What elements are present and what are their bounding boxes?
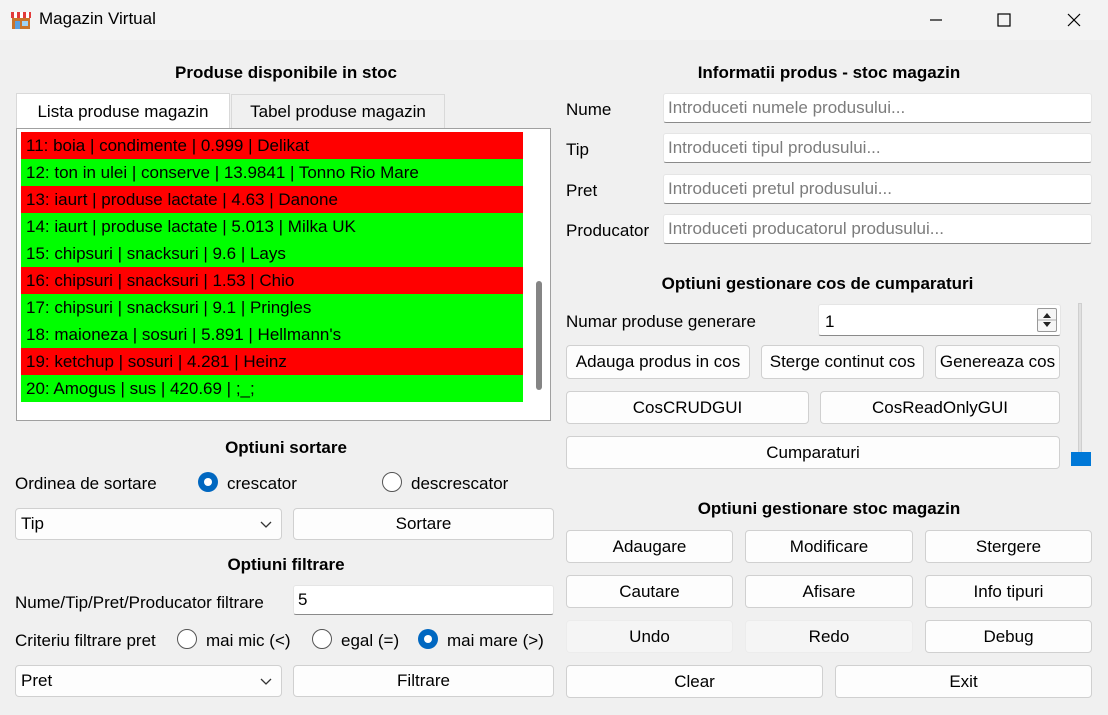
filter-field-value: Pret: [21, 671, 53, 690]
list-item[interactable]: 13: iaurt | produse lactate | 4.63 | Dan…: [21, 186, 523, 213]
producer-input[interactable]: [663, 214, 1092, 244]
close-button[interactable]: [1040, 0, 1108, 40]
name-label: Nume: [566, 100, 612, 119]
spin-down-icon[interactable]: [1043, 322, 1051, 327]
types-info-button[interactable]: Info tipuri: [925, 575, 1092, 608]
name-input[interactable]: [663, 93, 1092, 123]
clear-cart-button[interactable]: Sterge continut cos: [761, 345, 924, 379]
show-products-button[interactable]: Afisare: [745, 575, 913, 608]
vertical-slider-track[interactable]: [1078, 303, 1082, 458]
filter-field-dropdown[interactable]: Pret: [15, 665, 282, 697]
cart-count-label: Numar produse generare: [566, 312, 756, 331]
producer-label: Producator: [566, 221, 650, 240]
minimize-button[interactable]: [902, 0, 970, 40]
sort-order-label: Ordinea de sortare: [15, 474, 157, 493]
filter-criteria-label: Criteriu filtrare pret: [15, 631, 156, 650]
filter-greater-radio[interactable]: [418, 629, 438, 649]
close-icon: [1067, 13, 1081, 27]
undo-button[interactable]: Undo: [566, 620, 733, 653]
list-scrollbar-thumb[interactable]: [536, 281, 542, 390]
modify-product-button[interactable]: Modificare: [745, 530, 913, 563]
redo-button[interactable]: Redo: [745, 620, 913, 653]
cart-heading: Optiuni gestionare cos de cumparaturi: [661, 274, 974, 293]
list-item[interactable]: 20: Amogus | sus | 420.69 | ;_;: [21, 375, 523, 402]
clear-button[interactable]: Clear: [566, 665, 823, 698]
sort-field-value: Tip: [21, 514, 44, 533]
cart-crud-gui-button[interactable]: CosCRUDGUI: [566, 391, 809, 424]
sort-ascending-radio[interactable]: [198, 472, 218, 492]
list-item[interactable]: 19: ketchup | sosuri | 4.281 | Heinz: [21, 348, 523, 375]
price-input[interactable]: [663, 174, 1092, 204]
exit-button[interactable]: Exit: [835, 665, 1092, 698]
filter-equal-label: egal (=): [341, 631, 400, 650]
vertical-slider-handle[interactable]: [1071, 452, 1091, 466]
filter-input-label: Nume/Tip/Pret/Producator filtrare: [15, 593, 264, 612]
filter-input[interactable]: [293, 585, 554, 615]
list-item[interactable]: 17: chipsuri | snacksuri | 9.1 | Pringle…: [21, 294, 523, 321]
spin-buttons[interactable]: [1037, 308, 1057, 332]
product-listbox[interactable]: 11: boia | condimente | 0.999 | Delikat 1…: [16, 128, 551, 421]
sort-descending-label: descrescator: [411, 474, 509, 493]
list-item[interactable]: 12: ton in ulei | conserve | 13.9841 | T…: [21, 159, 523, 186]
list-item[interactable]: 14: iaurt | produse lactate | 5.013 | Mi…: [21, 213, 523, 240]
type-input[interactable]: [663, 133, 1092, 163]
store-icon: [10, 9, 32, 31]
search-product-button[interactable]: Cautare: [566, 575, 733, 608]
purchases-button[interactable]: Cumparaturi: [566, 436, 1060, 469]
debug-button[interactable]: Debug: [925, 620, 1092, 653]
minimize-icon: [930, 19, 942, 21]
type-label: Tip: [566, 140, 589, 159]
sort-ascending-label: crescator: [227, 474, 297, 493]
products-heading: Produse disponibile in stoc: [175, 63, 397, 82]
cart-readonly-gui-button[interactable]: CosReadOnlyGUI: [820, 391, 1060, 424]
list-item[interactable]: 11: boia | condimente | 0.999 | Delikat: [21, 132, 523, 159]
list-item[interactable]: 16: chipsuri | snacksuri | 1.53 | Chio: [21, 267, 523, 294]
filter-heading: Optiuni filtrare: [227, 555, 345, 574]
filter-less-radio[interactable]: [177, 629, 197, 649]
tab-product-table[interactable]: Tabel produse magazin: [231, 94, 445, 128]
filter-greater-label: mai mare (>): [447, 631, 544, 650]
window-title: Magazin Virtual: [39, 9, 156, 28]
sort-button[interactable]: Sortare: [293, 508, 554, 540]
stock-heading: Optiuni gestionare stoc magazin: [697, 499, 961, 518]
chevron-down-icon: [260, 678, 272, 685]
spin-up-icon[interactable]: [1043, 313, 1051, 318]
sort-heading: Optiuni sortare: [225, 438, 347, 457]
maximize-icon: [997, 13, 1011, 27]
generate-cart-button[interactable]: Genereaza cos: [935, 345, 1060, 379]
delete-product-button[interactable]: Stergere: [925, 530, 1092, 563]
filter-less-label: mai mic (<): [206, 631, 291, 650]
sort-field-dropdown[interactable]: Tip: [15, 508, 282, 540]
price-label: Pret: [566, 181, 598, 200]
chevron-down-icon: [260, 521, 272, 528]
list-item[interactable]: 15: chipsuri | snacksuri | 9.6 | Lays: [21, 240, 523, 267]
cart-count-spinbox[interactable]: 1: [818, 304, 1061, 336]
filter-equal-radio[interactable]: [312, 629, 332, 649]
list-item[interactable]: 18: maioneza | sosuri | 5.891 | Hellmann…: [21, 321, 523, 348]
product-info-heading: Informatii produs - stoc magazin: [697, 63, 961, 82]
tab-product-list[interactable]: Lista produse magazin: [16, 93, 230, 129]
add-to-cart-button[interactable]: Adauga produs in cos: [566, 345, 750, 379]
add-product-button[interactable]: Adaugare: [566, 530, 733, 563]
maximize-button[interactable]: [970, 0, 1038, 40]
cart-count-value: 1: [825, 312, 835, 331]
sort-descending-radio[interactable]: [382, 472, 402, 492]
filter-button[interactable]: Filtrare: [293, 665, 554, 697]
